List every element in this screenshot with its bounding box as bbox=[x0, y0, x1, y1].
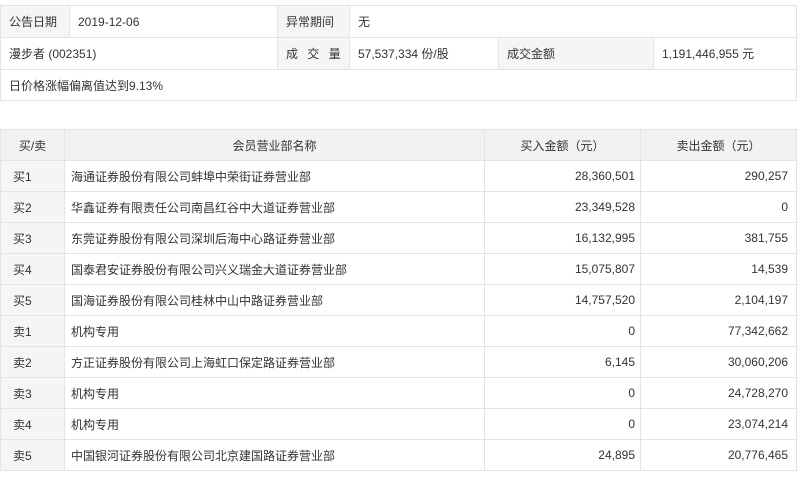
row-buy-amount: 16,132,995 bbox=[484, 222, 641, 254]
row-broker-name: 海通证券股份有限公司蚌埠中荣街证券营业部 bbox=[64, 160, 485, 192]
header-buy-amount: 买入金额（元） bbox=[484, 129, 641, 161]
table-row: 买3 东莞证券股份有限公司深圳后海中心路证券营业部 16,132,995 381… bbox=[0, 222, 797, 254]
header-side: 买/卖 bbox=[0, 129, 65, 161]
table-row: 买5 国海证券股份有限公司桂林中山中路证券营业部 14,757,520 2,10… bbox=[0, 284, 797, 316]
row-side: 卖5 bbox=[0, 439, 65, 471]
header-sell-amount: 卖出金额（元） bbox=[640, 129, 797, 161]
row-sell-amount: 30,060,206 bbox=[640, 346, 797, 378]
row-buy-amount: 0 bbox=[484, 377, 641, 409]
table-row: 买1 海通证券股份有限公司蚌埠中荣街证券营业部 28,360,501 290,2… bbox=[0, 160, 797, 192]
row-sell-amount: 77,342,662 bbox=[640, 315, 797, 347]
abnormal-period-value: 无 bbox=[348, 5, 798, 38]
row-sell-amount: 0 bbox=[640, 191, 797, 223]
table-row: 卖2 方正证券股份有限公司上海虹口保定路证券营业部 6,145 30,060,2… bbox=[0, 346, 797, 378]
row-broker-name: 华鑫证券有限责任公司南昌红谷中大道证券营业部 bbox=[64, 191, 485, 223]
row-side: 买3 bbox=[0, 222, 65, 254]
row-broker-name: 中国银河证券股份有限公司北京建国路证券营业部 bbox=[64, 439, 485, 471]
table-row: 买2 华鑫证券有限责任公司南昌红谷中大道证券营业部 23,349,528 0 bbox=[0, 191, 797, 223]
row-side: 买2 bbox=[0, 191, 65, 223]
row-buy-amount: 14,757,520 bbox=[484, 284, 641, 316]
row-buy-amount: 24,895 bbox=[484, 439, 641, 471]
row-broker-name: 国泰君安证券股份有限公司兴义瑞金大道证券营业部 bbox=[64, 253, 485, 285]
stock-name: 漫步者 (002351) bbox=[0, 37, 278, 70]
table-row: 卖3 机构专用 0 24,728,270 bbox=[0, 377, 797, 409]
row-sell-amount: 381,755 bbox=[640, 222, 797, 254]
table-row: 买4 国泰君安证券股份有限公司兴义瑞金大道证券营业部 15,075,807 14… bbox=[0, 253, 797, 285]
table-row: 卖5 中国银河证券股份有限公司北京建国路证券营业部 24,895 20,776,… bbox=[0, 439, 797, 471]
header-broker-name: 会员营业部名称 bbox=[64, 129, 485, 161]
row-broker-name: 东莞证券股份有限公司深圳后海中心路证券营业部 bbox=[64, 222, 485, 254]
row-buy-amount: 0 bbox=[484, 315, 641, 347]
row-sell-amount: 24,728,270 bbox=[640, 377, 797, 409]
row-sell-amount: 290,257 bbox=[640, 160, 797, 192]
row-sell-amount: 23,074,214 bbox=[640, 408, 797, 440]
row-broker-name: 机构专用 bbox=[64, 377, 485, 409]
row-buy-amount: 23,349,528 bbox=[484, 191, 641, 223]
row-buy-amount: 0 bbox=[484, 408, 641, 440]
row-side: 买4 bbox=[0, 253, 65, 285]
volume-label: 成 交 量 bbox=[277, 37, 350, 70]
info-row-date: 公告日期 2019-12-06 异常期间 无 bbox=[0, 5, 798, 38]
turnover-value: 1,191,446,955 元 bbox=[652, 37, 798, 70]
row-broker-name: 方正证券股份有限公司上海虹口保定路证券营业部 bbox=[64, 346, 485, 378]
row-broker-name: 国海证券股份有限公司桂林中山中路证券营业部 bbox=[64, 284, 485, 316]
announcement-date-label: 公告日期 bbox=[0, 5, 70, 38]
announcement-date-value: 2019-12-06 bbox=[69, 5, 278, 38]
row-side: 卖2 bbox=[0, 346, 65, 378]
row-side: 卖3 bbox=[0, 377, 65, 409]
row-side: 卖4 bbox=[0, 408, 65, 440]
announcement-info-table: 公告日期 2019-12-06 异常期间 无 漫步者 (002351) 成 交 … bbox=[0, 5, 798, 101]
row-side: 卖1 bbox=[0, 315, 65, 347]
row-buy-amount: 28,360,501 bbox=[484, 160, 641, 192]
row-buy-amount: 6,145 bbox=[484, 346, 641, 378]
turnover-label: 成交金额 bbox=[498, 37, 654, 70]
row-side: 买1 bbox=[0, 160, 65, 192]
table-row: 卖4 机构专用 0 23,074,214 bbox=[0, 408, 797, 440]
broker-transactions-table: 买/卖 会员营业部名称 买入金额（元） 卖出金额（元） 买1 海通证券股份有限公… bbox=[0, 129, 797, 471]
abnormal-period-label: 异常期间 bbox=[277, 5, 350, 38]
row-sell-amount: 20,776,465 bbox=[640, 439, 797, 471]
info-row-volume: 漫步者 (002351) 成 交 量 57,537,334 份/股 成交金额 1… bbox=[0, 37, 798, 70]
row-broker-name: 机构专用 bbox=[64, 408, 485, 440]
abnormal-reason: 日价格涨幅偏离值达到9.13% bbox=[0, 69, 798, 101]
volume-value: 57,537,334 份/股 bbox=[349, 37, 499, 70]
row-sell-amount: 14,539 bbox=[640, 253, 797, 285]
table-header-row: 买/卖 会员营业部名称 买入金额（元） 卖出金额（元） bbox=[0, 129, 797, 161]
row-side: 买5 bbox=[0, 284, 65, 316]
row-sell-amount: 2,104,197 bbox=[640, 284, 797, 316]
info-row-reason: 日价格涨幅偏离值达到9.13% bbox=[0, 69, 798, 101]
row-buy-amount: 15,075,807 bbox=[484, 253, 641, 285]
row-broker-name: 机构专用 bbox=[64, 315, 485, 347]
table-row: 卖1 机构专用 0 77,342,662 bbox=[0, 315, 797, 347]
